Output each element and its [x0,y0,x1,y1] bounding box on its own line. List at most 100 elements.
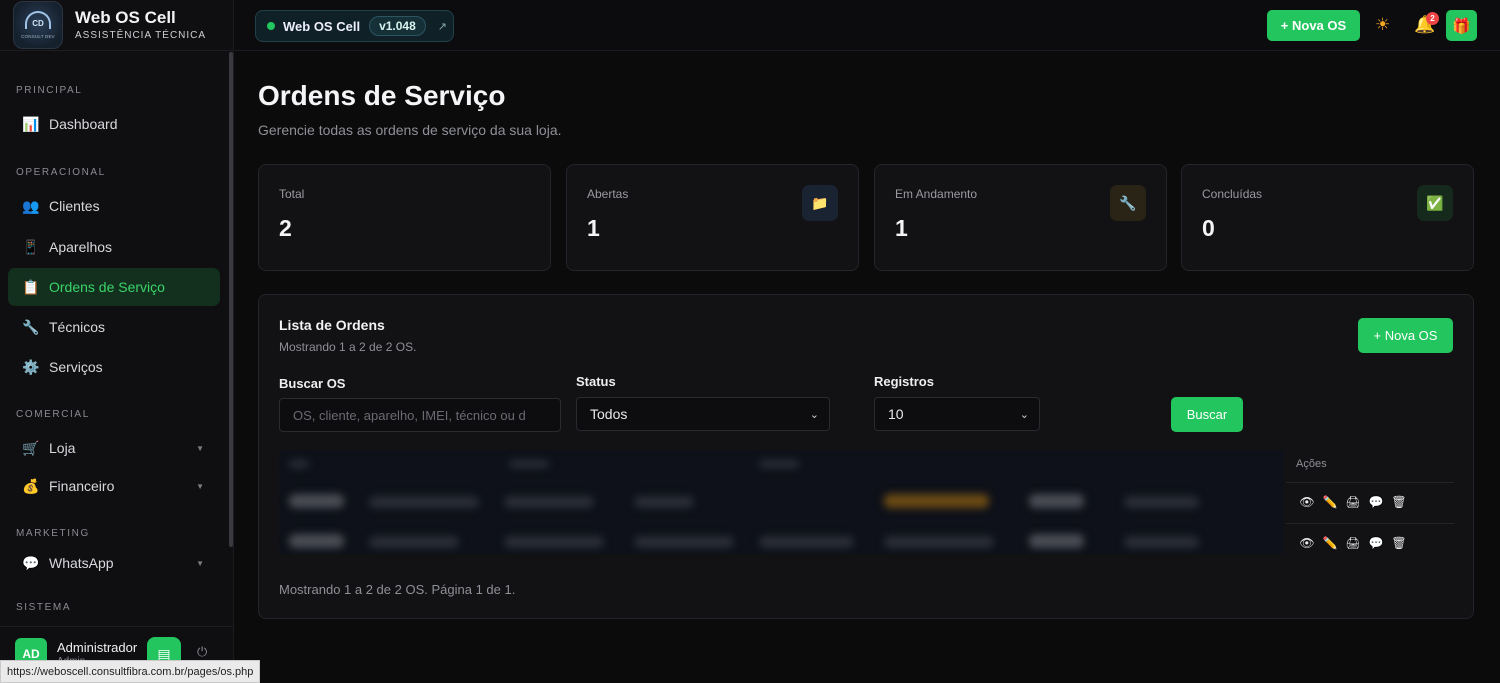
blurred-cell [369,496,479,508]
stat-value: 0 [1202,215,1215,241]
brand-title: Web OS Cell [75,8,176,27]
sidebar-item-aparelhos[interactable]: 📱 Aparelhos [8,228,220,266]
blurred-cell [504,536,604,548]
sidebar-scrollbar[interactable] [229,52,233,547]
records-label: Registros [874,374,934,389]
brand-text: Web OS Cell ASSISTÊNCIA TÉCNICA [75,8,207,42]
print-icon[interactable]: 🖨 [1345,495,1360,509]
blurred-cell [759,536,854,548]
stat-card-abertas: Abertas 1 📁 [566,164,859,271]
sidebar-item-whatsapp[interactable]: 💬 WhatsApp ▼ [8,544,220,582]
cart-icon: 🛒 [22,439,40,456]
blurred-cell [289,534,344,548]
page-title: Ordens de Serviço [258,80,506,111]
pagination-info: Mostrando 1 a 2 de 2 OS. Página 1 de 1. [279,582,516,597]
status-select[interactable]: Todos ⌄ [576,397,830,431]
sidebar-item-loja[interactable]: 🛒 Loja ▼ [8,429,220,467]
external-link-icon: ↗ [437,20,447,33]
blurred-cell [1124,536,1199,548]
topbar: Web OS Cell v1.048 ↗ + Nova OS ☀ 🔔 2 🎁 [235,0,1500,51]
sidebar-item-label: WhatsApp [49,555,114,571]
browser-status-url: https://weboscell.consultfibra.com.br/pa… [0,660,261,683]
sidebar-item-servicos[interactable]: ⚙️ Serviços [8,348,220,386]
stat-value: 2 [279,215,292,241]
sidebar: CD CONSULT DEV Web OS Cell ASSISTÊNCIA T… [0,0,234,683]
list-subtitle: Mostrando 1 a 2 de 2 OS. [279,340,417,354]
phone-icon: 📱 [22,238,40,255]
stat-card-em-andamento: Em Andamento 1 🔧 [874,164,1167,271]
chevron-down-icon: ▼ [196,558,204,568]
bar-chart-icon: 📊 [22,115,40,132]
status-label: Status [576,374,616,389]
view-eye-icon[interactable]: 👁 [1299,495,1314,509]
blurred-cell [884,536,994,548]
check-box-icon: ✅ [1417,185,1453,221]
sidebar-item-clientes[interactable]: 👥 Clientes [8,187,220,225]
blurred-cell [1124,496,1199,508]
trash-icon[interactable]: 🗑 [1391,536,1406,550]
logo-ring-icon [25,11,51,29]
list-title: Lista de Ordens [279,317,385,333]
users-icon: 👥 [22,197,40,214]
theme-toggle-sun-icon[interactable]: ☀ [1375,15,1390,35]
records-select[interactable]: 10 ⌄ [874,397,1040,431]
new-os-button[interactable]: + Nova OS [1267,10,1360,41]
blurred-cell [634,496,694,508]
blurred-cell [509,460,549,468]
folder-icon: 📁 [802,185,838,221]
sidebar-item-dashboard[interactable]: 📊 Dashboard [8,105,220,143]
status-select-value: Todos [590,406,628,422]
row-divider [1286,482,1454,483]
chat-bubble-icon[interactable]: 💬 [1369,495,1384,509]
brand-subtitle: ASSISTÊNCIA TÉCNICA [75,30,207,41]
chevron-down-icon: ⌄ [809,408,819,421]
sidebar-item-label: Técnicos [49,319,106,335]
chat-bubble-icon: 💬 [22,554,40,571]
section-comercial: COMERCIAL [16,409,90,420]
chat-bubble-icon[interactable]: 💬 [1369,536,1384,550]
trash-icon[interactable]: 🗑 [1391,495,1406,509]
search-button[interactable]: Buscar [1171,397,1243,432]
wrench-icon: 🔧 [1110,185,1146,221]
records-select-value: 10 [888,406,904,422]
sidebar-item-tecnicos[interactable]: 🔧 Técnicos [8,308,220,346]
search-label: Buscar OS [279,376,346,391]
sidebar-item-financeiro[interactable]: 💰 Financeiro ▼ [8,467,220,505]
edit-pencil-icon[interactable]: ✏️ [1323,495,1338,509]
actions-header: Ações [1296,458,1327,470]
blurred-table-content [279,450,1284,554]
brand[interactable]: CD CONSULT DEV Web OS Cell ASSISTÊNCIA T… [0,0,233,51]
blurred-cell [634,536,734,548]
blurred-cell [504,496,594,508]
sidebar-item-label: Serviços [49,359,103,375]
stat-card-concluidas: Concluídas 0 ✅ [1181,164,1474,271]
sidebar-item-label: Dashboard [49,116,118,132]
print-icon[interactable]: 🖨 [1345,536,1360,550]
view-eye-icon[interactable]: 👁 [1299,536,1314,550]
new-os-card-button[interactable]: + Nova OS [1358,318,1453,353]
wrench-icon: 🔧 [22,318,40,335]
chevron-down-icon: ⌄ [1019,408,1029,421]
version-badge: v1.048 [369,16,426,36]
gift-icon: 🎁 [1452,17,1471,35]
sidebar-item-label: Aparelhos [49,239,113,255]
search-input[interactable]: OS, cliente, aparelho, IMEI, técnico ou … [279,398,561,432]
blurred-cell [1029,534,1084,548]
stat-label: Abertas [587,187,629,201]
stat-value: 1 [587,215,600,241]
blurred-cell [369,536,459,548]
blurred-cell [759,460,799,468]
app-version-pill[interactable]: Web OS Cell v1.048 ↗ [255,10,454,42]
user-name: Administrador [57,640,138,655]
stat-label: Total [279,187,305,201]
edit-pencil-icon[interactable]: ✏️ [1323,536,1338,550]
power-icon[interactable]: ⏻ [197,644,207,660]
blurred-cell [884,494,989,508]
chevron-down-icon: ▼ [196,443,204,453]
brand-logo: CD CONSULT DEV [13,1,63,49]
gift-button[interactable]: 🎁 [1446,10,1477,41]
sidebar-item-ordens-servico[interactable]: 📋 Ordens de Serviço [8,268,220,306]
stat-label: Concluídas [1202,187,1263,201]
logo-subtext: CONSULT DEV [21,34,55,39]
app-root: CD CONSULT DEV Web OS Cell ASSISTÊNCIA T… [0,0,1500,683]
